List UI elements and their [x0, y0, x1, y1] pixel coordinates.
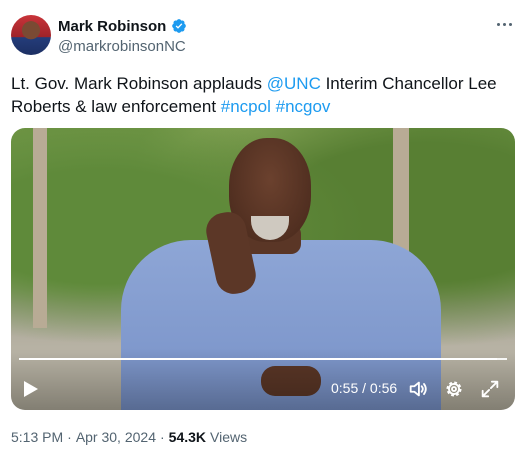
more-options-icon[interactable] [492, 14, 516, 34]
hashtag-link[interactable]: #ncpol [221, 97, 271, 116]
author-name[interactable]: Mark Robinson [58, 18, 166, 35]
video-progress-bar[interactable] [19, 358, 507, 360]
tweet-text-part: Lt. Gov. Mark Robinson applauds [11, 74, 267, 93]
volume-icon[interactable] [407, 378, 429, 400]
video-time: 0:55 / 0:56 [331, 380, 397, 396]
mention-link[interactable]: @UNC [267, 74, 321, 93]
video-current-time: 0:55 [331, 380, 359, 396]
settings-gear-icon[interactable] [443, 378, 465, 400]
author-row: Mark Robinson [58, 16, 187, 36]
hashtag-link[interactable]: #ncgov [276, 97, 331, 116]
play-icon[interactable] [23, 380, 39, 398]
verified-badge-icon [172, 19, 187, 33]
meta-separator: · [159, 429, 165, 445]
tree-trunk [33, 128, 47, 328]
video-duration: 0:56 [369, 380, 398, 396]
author-handle[interactable]: @markrobinsonNC [58, 38, 186, 55]
tweet-avatar[interactable] [11, 15, 51, 55]
video-progress-fill [19, 358, 498, 360]
video-player[interactable]: 0:55 / 0:56 [11, 128, 515, 410]
views-label: Views [210, 429, 248, 445]
tweet-time[interactable]: 5:13 PM [11, 429, 63, 445]
fullscreen-icon[interactable] [479, 378, 501, 400]
tweet-meta: 5:13 PM · Apr 30, 2024 · 54.3K Views [11, 429, 247, 445]
views-count: 54.3K [168, 429, 207, 445]
tweet-text: Lt. Gov. Mark Robinson applauds @UNC Int… [11, 72, 516, 118]
tweet-date[interactable]: Apr 30, 2024 [76, 429, 156, 445]
meta-separator: · [67, 429, 72, 445]
video-time-separator: / [358, 380, 370, 396]
